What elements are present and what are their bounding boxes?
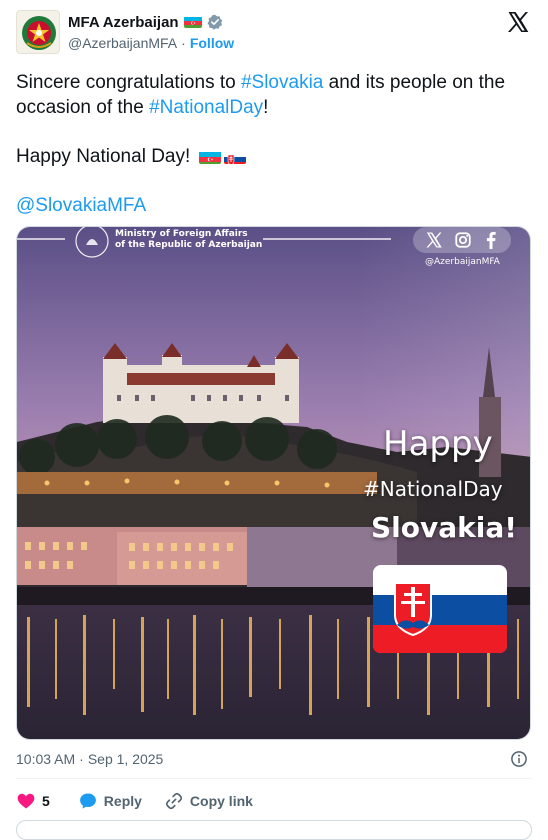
follow-button[interactable]: Follow: [190, 35, 234, 51]
tweet-time: 10:03 AM: [16, 751, 76, 767]
handle-row: @AzerbaijanMFA · Follow: [68, 35, 234, 51]
x-logo-icon[interactable]: [506, 10, 530, 34]
verified-badge-icon: [207, 14, 223, 30]
display-name[interactable]: MFA Azerbaijan: [68, 14, 179, 31]
tweet-text-pre: Sincere congratulations to: [16, 72, 241, 93]
image-happy-text: Happy: [383, 424, 493, 464]
image-country-text: Slovakia!: [371, 511, 518, 544]
copy-link-label: Copy link: [189, 793, 253, 809]
facebook-icon: [487, 231, 496, 249]
image-hashtag-text: #NationalDay: [363, 477, 503, 501]
ministry-line-2: of the Republic of Azerbaijan: [115, 240, 263, 250]
info-icon[interactable]: [510, 750, 528, 768]
azerbaijan-emblem-icon: [22, 16, 56, 50]
action-bar: 5 Reply Copy link: [16, 789, 275, 813]
azerbaijan-flag-icon: [183, 16, 202, 28]
hashtag-nationalday-link[interactable]: #NationalDay: [149, 97, 263, 118]
reply-button[interactable]: Reply: [78, 791, 142, 811]
display-name-row: MFA Azerbaijan: [68, 12, 234, 32]
image-social-handle: @AzerbaijanMFA: [425, 257, 500, 267]
like-count: 5: [42, 793, 50, 809]
reply-label: Reply: [103, 793, 142, 809]
ministry-caption: Ministry of Foreign Affairs of the Repub…: [115, 229, 262, 251]
tweet-paragraph-2: Happy National Day!: [16, 144, 532, 169]
heart-icon: [17, 793, 35, 809]
tweet-paragraph-3: @SlovakiaMFA: [16, 193, 532, 218]
hashtag-slovakia-link[interactable]: #Slovakia: [241, 72, 323, 93]
timestamp-separator: ·: [79, 751, 84, 767]
slovakia-flag-icon: [223, 149, 246, 164]
tweet-card: MFA Azerbaijan @AzerbaijanMFA · Follow S…: [0, 0, 548, 840]
handle-separator: ·: [181, 35, 186, 51]
tweet-header: MFA Azerbaijan @AzerbaijanMFA · Follow: [16, 10, 532, 56]
tweet-text-post: !: [263, 97, 269, 118]
tweet-text: Sincere congratulations to #Slovakia and…: [16, 70, 532, 218]
tweet-paragraph-1: Sincere congratulations to #Slovakia and…: [16, 70, 532, 120]
social-icons-pill: [413, 227, 511, 253]
ministry-line-1: Ministry of Foreign Affairs: [115, 229, 248, 239]
tweet-text-greeting: Happy National Day!: [16, 146, 191, 167]
tweet-image[interactable]: Ministry of Foreign Affairs of the Repub…: [16, 226, 531, 740]
mention-slovakiamfa-link[interactable]: @SlovakiaMFA: [16, 195, 146, 216]
instagram-icon: [455, 232, 471, 248]
account-names: MFA Azerbaijan @AzerbaijanMFA · Follow: [68, 12, 234, 52]
read-replies-bar[interactable]: [16, 820, 532, 840]
x-logo-icon: [426, 232, 442, 248]
footer-divider: [16, 778, 532, 779]
copy-link-button[interactable]: Copy link: [164, 791, 253, 811]
link-icon: [165, 792, 183, 810]
handle[interactable]: @AzerbaijanMFA: [68, 35, 177, 51]
reply-bubble-icon: [79, 793, 96, 809]
tweet-date: Sep 1, 2025: [87, 751, 164, 767]
avatar[interactable]: [16, 10, 60, 54]
azerbaijan-flag-icon: [198, 149, 221, 164]
tweet-timestamp[interactable]: 10:03 AM · Sep 1, 2025: [16, 751, 163, 767]
like-button[interactable]: 5: [16, 791, 50, 811]
